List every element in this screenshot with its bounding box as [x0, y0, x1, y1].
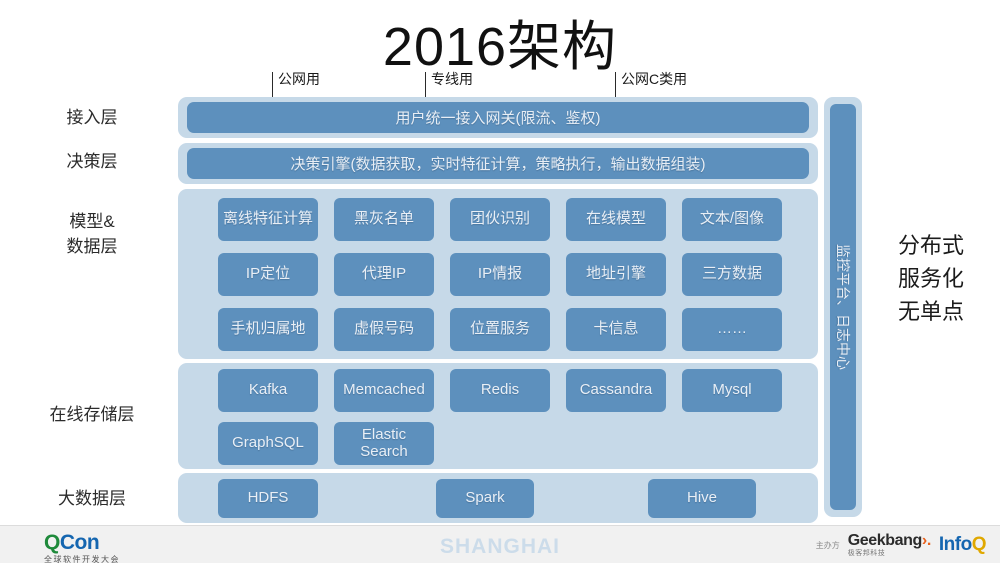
model-data-tile[interactable]: 地址引擎: [566, 253, 666, 296]
infoq-text-q: Q: [971, 534, 987, 555]
model-data-tile[interactable]: 文本/图像: [682, 198, 782, 241]
geekbang-subtitle: 极客邦科技: [847, 550, 886, 557]
layer-label-line: 决策层: [66, 152, 118, 171]
sponsor-logos: 主办方 Geekbang›. 极客邦科技 InfoQ: [815, 532, 987, 558]
infoq-logo: InfoQ: [938, 534, 987, 556]
geekbang-text: Geekbang: [847, 532, 923, 549]
model-data-tile[interactable]: 黑灰名单: [334, 198, 434, 241]
big-data-tile[interactable]: Spark: [436, 479, 534, 518]
big-data-tile[interactable]: HDFS: [218, 479, 318, 518]
layer-label-line: 大数据层: [58, 489, 126, 508]
layer-label-line: 模型&: [69, 212, 115, 231]
architecture-principle-line: 服务化: [897, 266, 964, 291]
layer-label-access: 接入层: [22, 106, 162, 131]
online-storage-tile[interactable]: Redis: [450, 369, 550, 412]
model-data-tile[interactable]: IP情报: [450, 253, 550, 296]
architecture-principle-line: 分布式: [897, 233, 964, 258]
arrow-label: 公网用: [278, 71, 320, 87]
infoq-text-info: Info: [938, 534, 972, 555]
model-data-tile[interactable]: 手机归属地: [218, 308, 318, 351]
geekbang-arrow-icon: ›.: [921, 532, 931, 549]
arrow-label: 公网C类用: [621, 71, 688, 87]
online-storage-tile[interactable]: Mysql: [682, 369, 782, 412]
online-storage-tile[interactable]: Kafka: [218, 369, 318, 412]
model-data-tile[interactable]: 虚假号码: [334, 308, 434, 351]
model-data-tile[interactable]: IP定位: [218, 253, 318, 296]
layer-label-line: 在线存储层: [49, 405, 135, 424]
architecture-principle-line: 无单点: [897, 299, 964, 324]
monitoring-sidebar-panel: 监控平台、日志中心: [824, 97, 862, 517]
model-data-tile[interactable]: 位置服务: [450, 308, 550, 351]
layer-label-online-storage: 在线存储层: [22, 403, 162, 428]
model-data-tile[interactable]: 卡信息: [566, 308, 666, 351]
geekbang-wordmark: Geekbang›.: [847, 532, 932, 549]
layer-label-decision: 决策层: [22, 150, 162, 175]
layer-label-big-data: 大数据层: [22, 487, 162, 512]
online-storage-tile[interactable]: Memcached: [334, 369, 434, 412]
big-data-tile[interactable]: Hive: [648, 479, 756, 518]
slide-footer: QCon 全球软件开发大会 SHANGHAI 主办方 Geekbang›. 极客…: [0, 525, 1000, 563]
online-storage-tile[interactable]: Cassandra: [566, 369, 666, 412]
model-data-tile[interactable]: 三方数据: [682, 253, 782, 296]
monitoring-sidebar-bar[interactable]: 监控平台、日志中心: [830, 104, 856, 510]
model-data-tile[interactable]: 代理IP: [334, 253, 434, 296]
layer-label-line: 数据层: [66, 236, 118, 256]
online-storage-tile[interactable]: Elastic Search: [334, 422, 434, 465]
model-data-tile[interactable]: 在线模型: [566, 198, 666, 241]
layer-label-model-data: 模型& 数据层: [22, 210, 162, 259]
layer-label-line: 接入层: [66, 108, 118, 127]
arrow-label: 专线用: [431, 71, 473, 87]
model-data-tile[interactable]: 离线特征计算: [218, 198, 318, 241]
model-data-tile[interactable]: ……: [682, 308, 782, 351]
geekbang-logo: Geekbang›. 极客邦科技: [847, 532, 932, 558]
slide-canvas: 2016架构 公网用 专线用 公网C类用 接入层 决策层 模型& 数据层 在线存储层 …: [0, 0, 1000, 563]
architecture-principles: 分布式 服务化 无单点: [866, 229, 996, 328]
page-title: 2016架构: [382, 17, 618, 77]
model-data-tile[interactable]: 团伙识别: [450, 198, 550, 241]
online-storage-tile[interactable]: GraphSQL: [218, 422, 318, 465]
monitoring-sidebar-label: 监控平台、日志中心: [835, 244, 851, 370]
sponsor-prefix-label: 主办方: [815, 540, 840, 550]
decision-engine-bar[interactable]: 决策引擎(数据获取，实时特征计算，策略执行，输出数据组装): [187, 148, 809, 179]
access-gateway-bar[interactable]: 用户统一接入网关(限流、鉴权): [187, 102, 809, 133]
